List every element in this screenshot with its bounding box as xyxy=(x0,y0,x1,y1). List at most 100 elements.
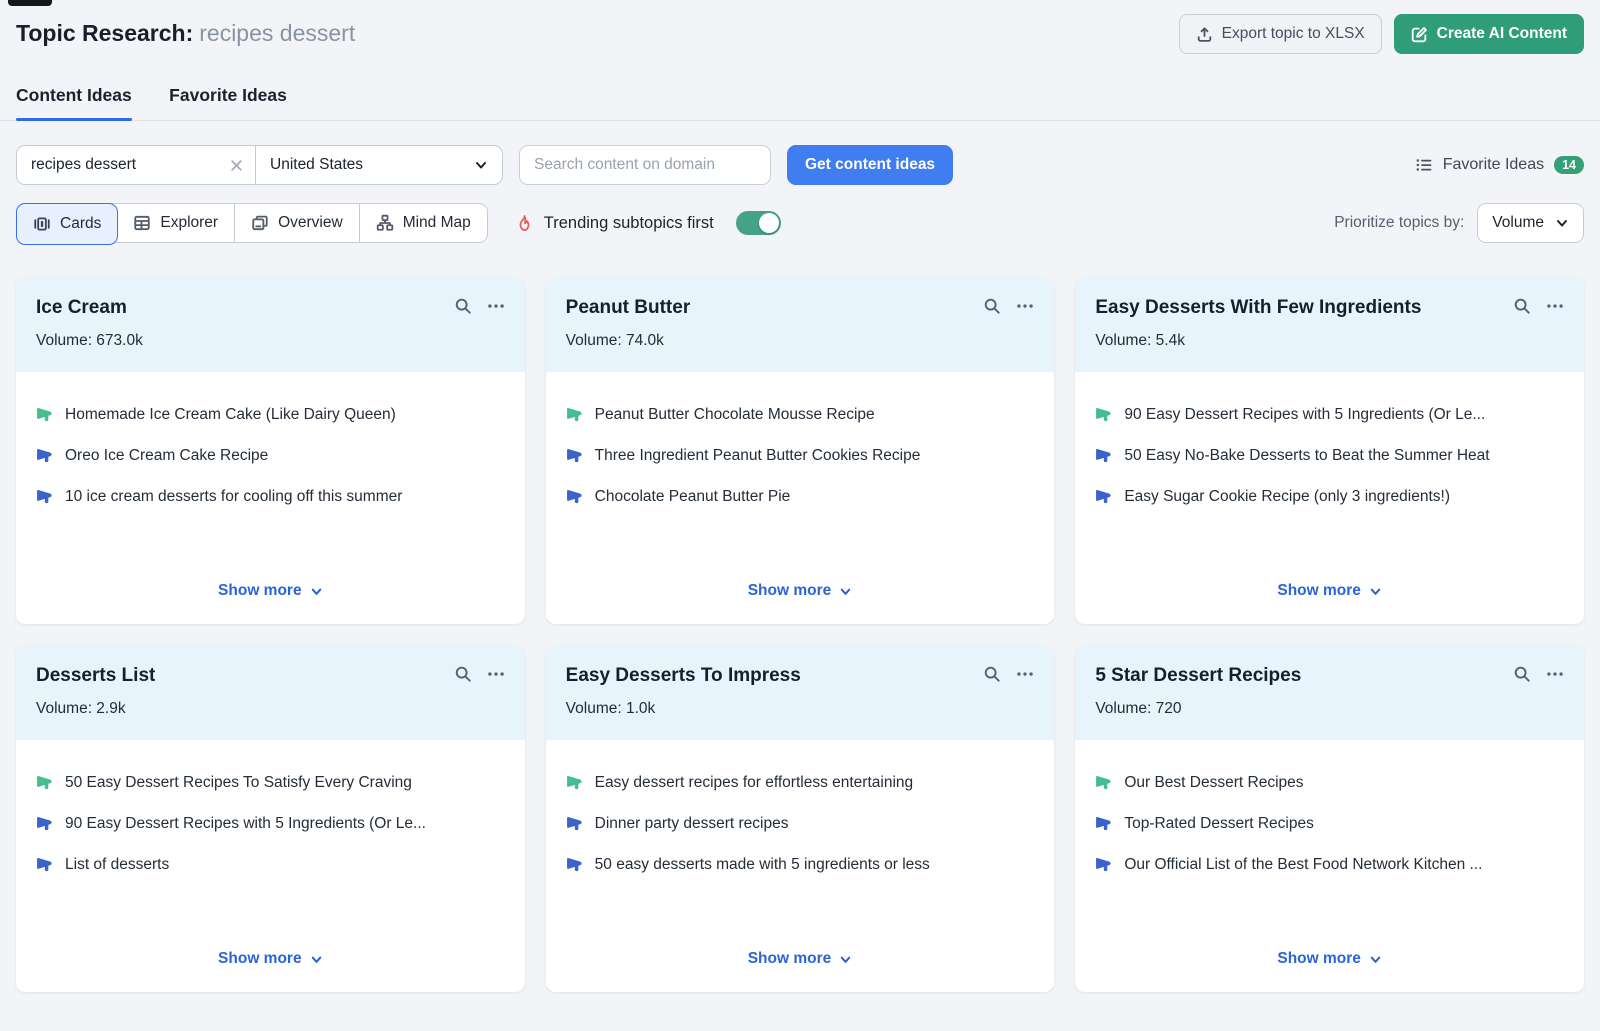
view-tab-explorer[interactable]: Explorer xyxy=(117,204,234,242)
country-select[interactable]: United States xyxy=(256,146,502,184)
trending-subtopics-toggle[interactable] xyxy=(735,211,781,235)
headline-item[interactable]: Top-Rated Dessert Recipes xyxy=(1095,814,1564,834)
more-options-icon[interactable] xyxy=(1546,297,1564,315)
show-more-button[interactable]: Show more xyxy=(1277,950,1382,992)
view-bar: Cards Explorer Overview Mind Map Trendin… xyxy=(0,203,1600,245)
search-icon[interactable] xyxy=(983,297,1001,315)
more-options-icon[interactable] xyxy=(1546,665,1564,683)
show-more-button[interactable]: Show more xyxy=(218,950,323,992)
more-options-icon[interactable] xyxy=(1016,665,1034,683)
headline-item[interactable]: Our Official List of the Best Food Netwo… xyxy=(1095,855,1564,875)
edit-square-icon xyxy=(1411,26,1428,43)
search-row: recipes dessert United States Search con… xyxy=(0,145,1600,185)
headline-item[interactable]: Homemade Ice Cream Cake (Like Dairy Quee… xyxy=(36,405,505,425)
card-volume: Volume: 5.4k xyxy=(1095,332,1185,349)
headline-text: Top-Rated Dessert Recipes xyxy=(1124,815,1314,833)
get-content-ideas-button[interactable]: Get content ideas xyxy=(787,145,954,185)
megaphone-icon xyxy=(1095,856,1112,873)
headline-text: 50 Easy Dessert Recipes To Satisfy Every… xyxy=(65,774,412,791)
headline-item[interactable]: Three Ingredient Peanut Butter Cookies R… xyxy=(566,446,1035,466)
create-ai-content-label: Create AI Content xyxy=(1436,25,1567,42)
chevron-down-icon xyxy=(839,953,852,966)
headline-item[interactable]: List of desserts xyxy=(36,855,505,875)
show-more-label: Show more xyxy=(218,582,302,599)
topic-card-header: Easy Desserts With Few Ingredients Volum… xyxy=(1075,277,1584,372)
megaphone-icon xyxy=(36,447,53,464)
favorite-ideas-link[interactable]: Favorite Ideas 14 xyxy=(1415,156,1584,174)
headline-text: Oreo Ice Cream Cake Recipe xyxy=(65,447,269,465)
chevron-down-icon xyxy=(310,953,323,966)
topic-card: Peanut Butter Volume: 74.0k Peanut Butte… xyxy=(545,277,1055,624)
headline-item[interactable]: 50 Easy No-Bake Desserts to Beat the Sum… xyxy=(1095,446,1564,466)
headline-item[interactable]: 10 ice cream desserts for cooling off th… xyxy=(36,487,505,507)
topic-card: Ice Cream Volume: 673.0k Homemade Ice Cr… xyxy=(16,277,525,624)
view-tab-overview-label: Overview xyxy=(278,214,343,231)
view-tab-cards[interactable]: Cards xyxy=(16,203,119,245)
toggle-knob xyxy=(758,213,779,233)
top-bar: Topic Research: recipes dessert Export to… xyxy=(0,0,1600,54)
megaphone-icon xyxy=(566,488,583,505)
search-icon[interactable] xyxy=(454,665,472,683)
tab-content-ideas[interactable]: Content Ideas xyxy=(16,85,132,121)
page-title-query: recipes dessert xyxy=(199,20,356,46)
show-more-button[interactable]: Show more xyxy=(1277,582,1382,624)
show-more-button[interactable]: Show more xyxy=(218,582,323,624)
headline-item[interactable]: Easy Sugar Cookie Recipe (only 3 ingredi… xyxy=(1095,487,1564,507)
prioritize-select[interactable]: Volume xyxy=(1477,203,1584,243)
create-ai-content-button[interactable]: Create AI Content xyxy=(1393,14,1584,54)
export-xlsx-button[interactable]: Export topic to XLSX xyxy=(1178,14,1382,54)
more-options-icon[interactable] xyxy=(1016,297,1034,315)
card-items: Our Best Dessert Recipes Top-Rated Desse… xyxy=(1075,740,1584,992)
headline-item[interactable]: Our Best Dessert Recipes xyxy=(1095,773,1564,793)
topic-search-value: recipes dessert xyxy=(31,156,137,173)
headline-item[interactable]: 50 Easy Dessert Recipes To Satisfy Every… xyxy=(36,773,505,793)
page-title: Topic Research: recipes dessert xyxy=(16,14,355,52)
headline-item[interactable]: 50 easy desserts made with 5 ingredients… xyxy=(566,855,1035,875)
more-options-icon[interactable] xyxy=(487,665,505,683)
topic-search-input[interactable]: recipes dessert xyxy=(17,146,256,184)
page-title-label: Topic Research: xyxy=(16,20,194,46)
headline-text: 50 Easy No-Bake Desserts to Beat the Sum… xyxy=(1124,447,1490,465)
topic-cards-grid: Ice Cream Volume: 673.0k Homemade Ice Cr… xyxy=(0,277,1600,992)
card-items: 50 Easy Dessert Recipes To Satisfy Every… xyxy=(16,740,525,992)
topic-card: Easy Desserts To Impress Volume: 1.0k Ea… xyxy=(545,645,1055,992)
megaphone-icon xyxy=(566,856,583,873)
overview-view-icon xyxy=(251,214,269,232)
show-more-button[interactable]: Show more xyxy=(748,582,853,624)
tab-favorite-ideas[interactable]: Favorite Ideas xyxy=(169,85,287,120)
search-icon[interactable] xyxy=(1513,665,1531,683)
domain-search-input[interactable]: Search content on domain xyxy=(519,145,771,185)
card-volume: Volume: 673.0k xyxy=(36,332,143,349)
headline-item[interactable]: 90 Easy Dessert Recipes with 5 Ingredien… xyxy=(1095,405,1564,425)
card-title: 5 Star Dessert Recipes xyxy=(1095,665,1302,686)
headline-item[interactable]: Easy dessert recipes for effortless ente… xyxy=(566,773,1035,793)
headline-item[interactable]: 90 Easy Dessert Recipes with 5 Ingredien… xyxy=(36,814,505,834)
more-options-icon[interactable] xyxy=(487,297,505,315)
headline-item[interactable]: Chocolate Peanut Butter Pie xyxy=(566,487,1035,507)
card-actions xyxy=(1513,297,1564,315)
megaphone-icon xyxy=(36,774,53,791)
chevron-down-icon xyxy=(1369,953,1382,966)
search-icon[interactable] xyxy=(454,297,472,315)
search-icon[interactable] xyxy=(983,665,1001,683)
card-title: Ice Cream xyxy=(36,297,127,318)
headline-item[interactable]: Peanut Butter Chocolate Mousse Recipe xyxy=(566,405,1035,425)
prioritize-label: Prioritize topics by: xyxy=(1334,214,1465,231)
view-tab-mindmap[interactable]: Mind Map xyxy=(358,204,487,242)
card-actions xyxy=(1513,665,1564,683)
headline-text: Our Best Dessert Recipes xyxy=(1124,774,1304,791)
headline-item[interactable]: Dinner party dessert recipes xyxy=(566,814,1035,834)
headline-text: Easy Sugar Cookie Recipe (only 3 ingredi… xyxy=(1124,488,1450,506)
view-tab-overview[interactable]: Overview xyxy=(234,204,359,242)
domain-search-placeholder: Search content on domain xyxy=(534,156,715,173)
search-icon[interactable] xyxy=(1513,297,1531,315)
headline-item[interactable]: Oreo Ice Cream Cake Recipe xyxy=(36,446,505,466)
megaphone-icon xyxy=(1095,447,1112,464)
headline-text: 10 ice cream desserts for cooling off th… xyxy=(65,488,403,506)
show-more-button[interactable]: Show more xyxy=(748,950,853,992)
card-title: Desserts List xyxy=(36,665,156,686)
clear-icon[interactable] xyxy=(230,159,243,172)
show-more-label: Show more xyxy=(218,950,302,967)
topic-card-header: Desserts List Volume: 2.9k xyxy=(16,645,525,740)
view-segmented-control: Cards Explorer Overview Mind Map xyxy=(16,203,488,245)
